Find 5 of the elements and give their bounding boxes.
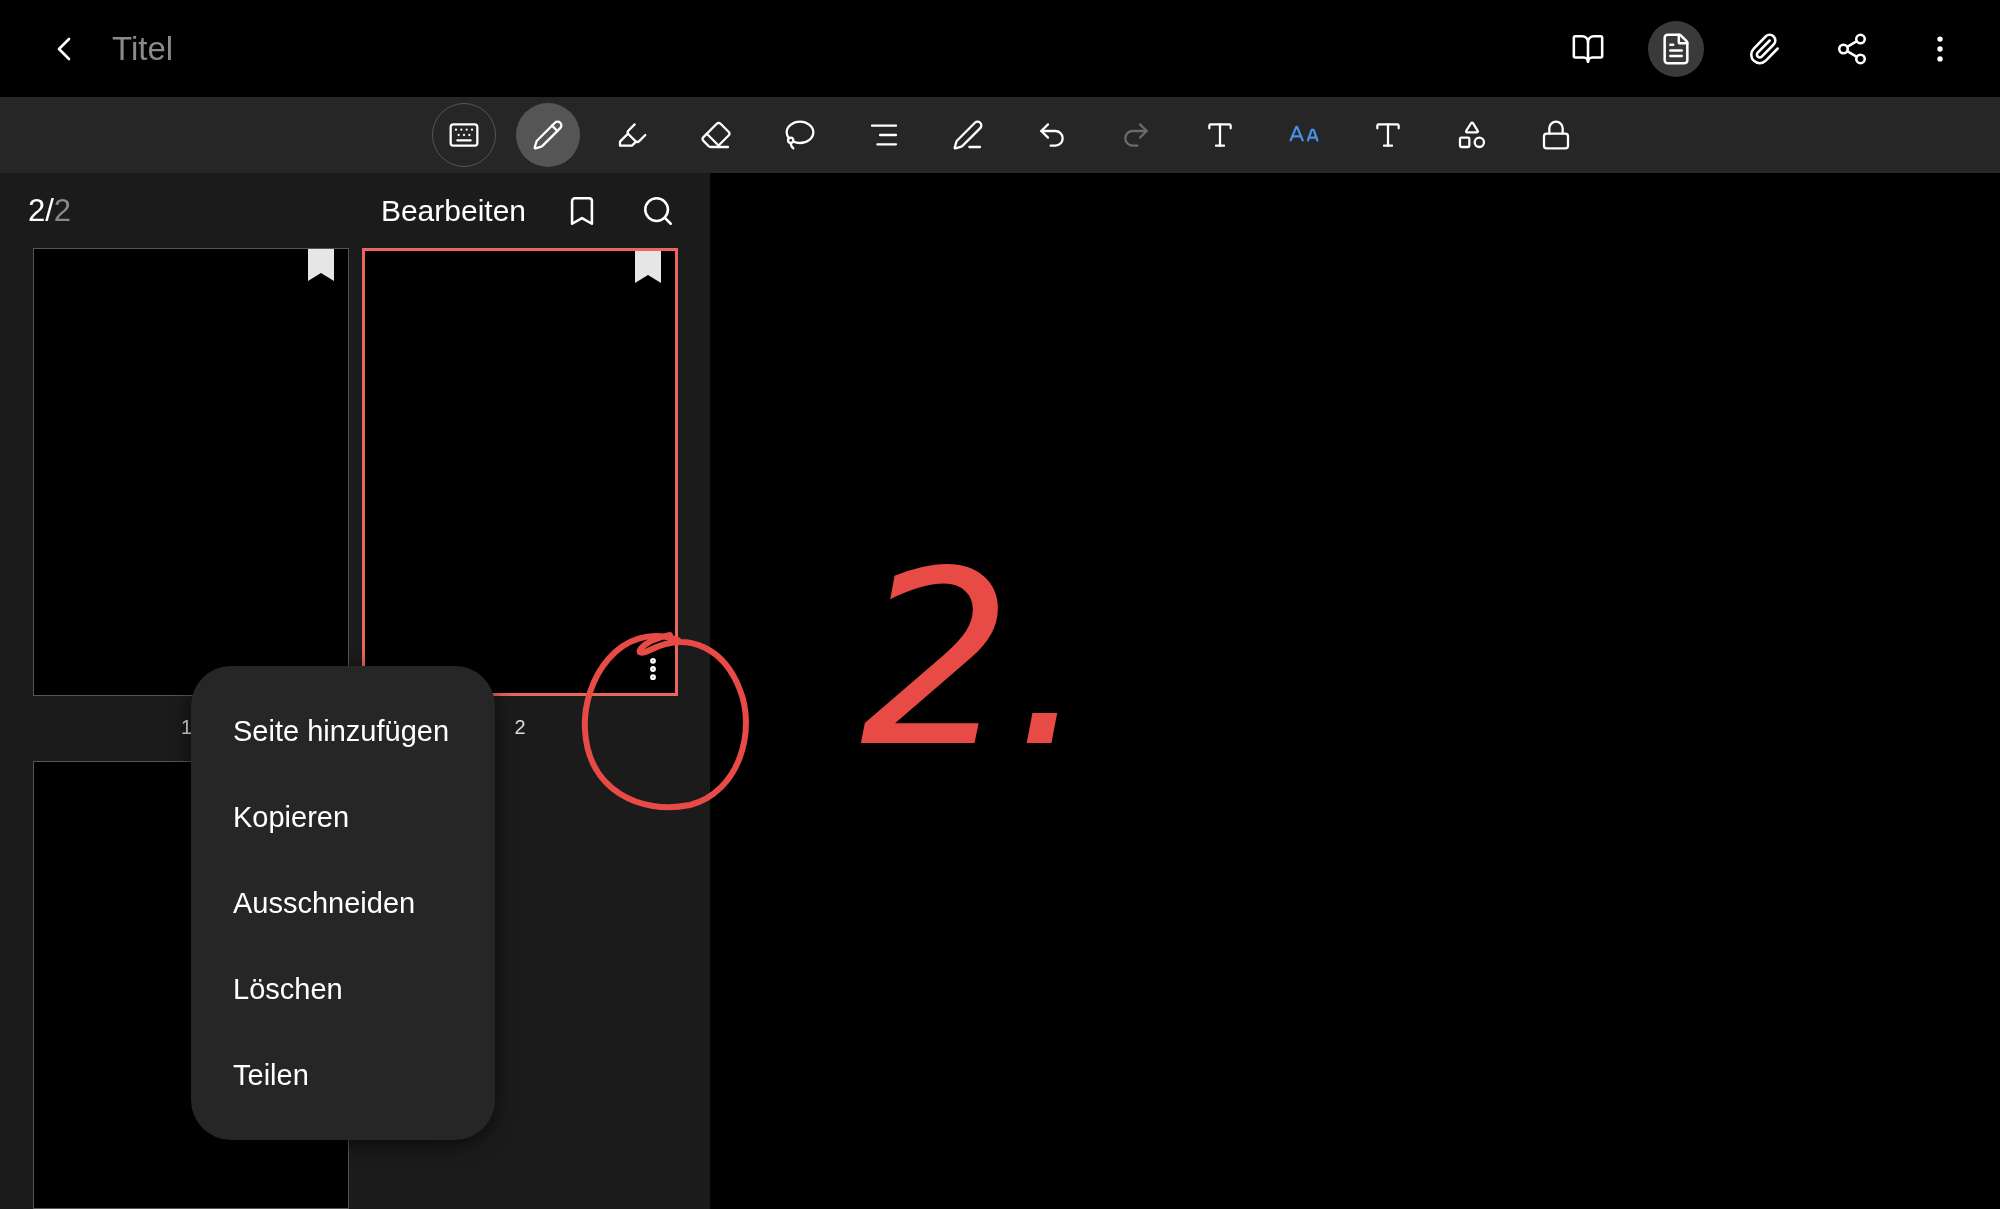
page-counter: 2/2 <box>28 192 73 229</box>
handwritten-annotation: 2. <box>860 540 1089 780</box>
page-number: 2 <box>514 716 526 739</box>
note-title: Titel <box>112 29 175 68</box>
page-number: 1 <box>181 716 193 739</box>
